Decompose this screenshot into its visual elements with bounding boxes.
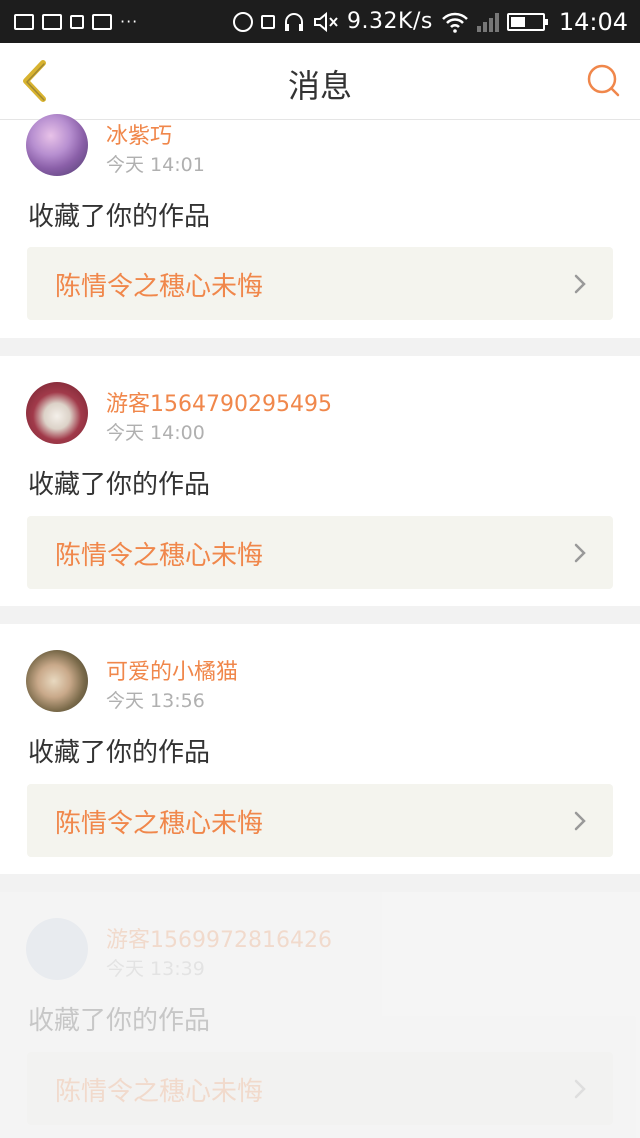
vibrate-icon bbox=[233, 11, 254, 32]
work-title: 陈情令之穗心未悔 bbox=[55, 272, 264, 302]
signal-icon bbox=[476, 12, 499, 32]
chevron-right-icon bbox=[574, 811, 586, 831]
status-bar: ··· 9.32K/s 14:04 bbox=[0, 0, 640, 43]
battery-icon bbox=[506, 12, 548, 31]
work-title: 陈情令之穗心未悔 bbox=[55, 1077, 264, 1107]
username[interactable]: 冰紫巧 bbox=[106, 118, 172, 150]
username[interactable]: 游客1569972816426 bbox=[106, 922, 332, 954]
chevron-right-icon bbox=[574, 274, 586, 294]
message-card: 游客1569972816426 今天 13:39 收藏了你的作品 陈情令之穗心未… bbox=[0, 892, 640, 1138]
work-link[interactable]: 陈情令之穗心未悔 bbox=[27, 516, 613, 589]
work-title: 陈情令之穗心未悔 bbox=[55, 541, 264, 571]
app-grid-icon bbox=[14, 13, 34, 30]
search-button[interactable] bbox=[586, 63, 622, 99]
avatar[interactable] bbox=[26, 114, 88, 176]
work-title: 陈情令之穗心未悔 bbox=[55, 809, 264, 839]
chevron-right-icon bbox=[574, 1079, 586, 1099]
username[interactable]: 游客1564790295495 bbox=[106, 386, 332, 418]
status-left-icons: ··· bbox=[14, 0, 138, 43]
username[interactable]: 可爱的小橘猫 bbox=[106, 654, 238, 686]
clock: 14:04 bbox=[558, 7, 628, 36]
message-action: 收藏了你的作品 bbox=[28, 202, 211, 232]
work-link[interactable]: 陈情令之穗心未悔 bbox=[27, 784, 613, 857]
work-link[interactable]: 陈情令之穗心未悔 bbox=[27, 1052, 613, 1125]
avatar[interactable] bbox=[26, 918, 88, 980]
message-time: 今天 13:56 bbox=[106, 690, 205, 712]
nav-header: 消息 bbox=[0, 43, 640, 120]
sim-icon bbox=[261, 14, 276, 29]
avatar[interactable] bbox=[26, 650, 88, 712]
mute-icon bbox=[314, 11, 338, 32]
wifi-icon bbox=[441, 12, 468, 33]
message-time: 今天 13:39 bbox=[106, 958, 205, 980]
calendar-icon bbox=[42, 13, 62, 30]
search-icon bbox=[587, 64, 620, 97]
network-speed: 9.32K/s bbox=[347, 9, 433, 34]
work-link[interactable]: 陈情令之穗心未悔 bbox=[27, 247, 613, 320]
more-notifications: ··· bbox=[120, 12, 139, 31]
message-card: 可爱的小橘猫 今天 13:56 收藏了你的作品 陈情令之穗心未悔 bbox=[0, 624, 640, 874]
chevron-right-icon bbox=[574, 543, 586, 563]
status-right-icons: 9.32K/s 14:04 bbox=[233, 0, 628, 43]
message-card: 游客1564790295495 今天 14:00 收藏了你的作品 陈情令之穗心未… bbox=[0, 356, 640, 606]
message-action: 收藏了你的作品 bbox=[28, 1006, 211, 1036]
calendar-icon bbox=[92, 13, 112, 30]
message-card: 冰紫巧 今天 14:01 收藏了你的作品 陈情令之穗心未悔 bbox=[0, 114, 640, 338]
headphones-icon bbox=[285, 12, 304, 31]
avatar[interactable] bbox=[26, 382, 88, 444]
page-title: 消息 bbox=[287, 67, 352, 105]
message-action: 收藏了你的作品 bbox=[28, 470, 211, 500]
ad-icon bbox=[70, 14, 84, 29]
message-time: 今天 14:01 bbox=[106, 154, 205, 176]
message-time: 今天 14:00 bbox=[106, 422, 205, 444]
message-action: 收藏了你的作品 bbox=[28, 738, 211, 768]
